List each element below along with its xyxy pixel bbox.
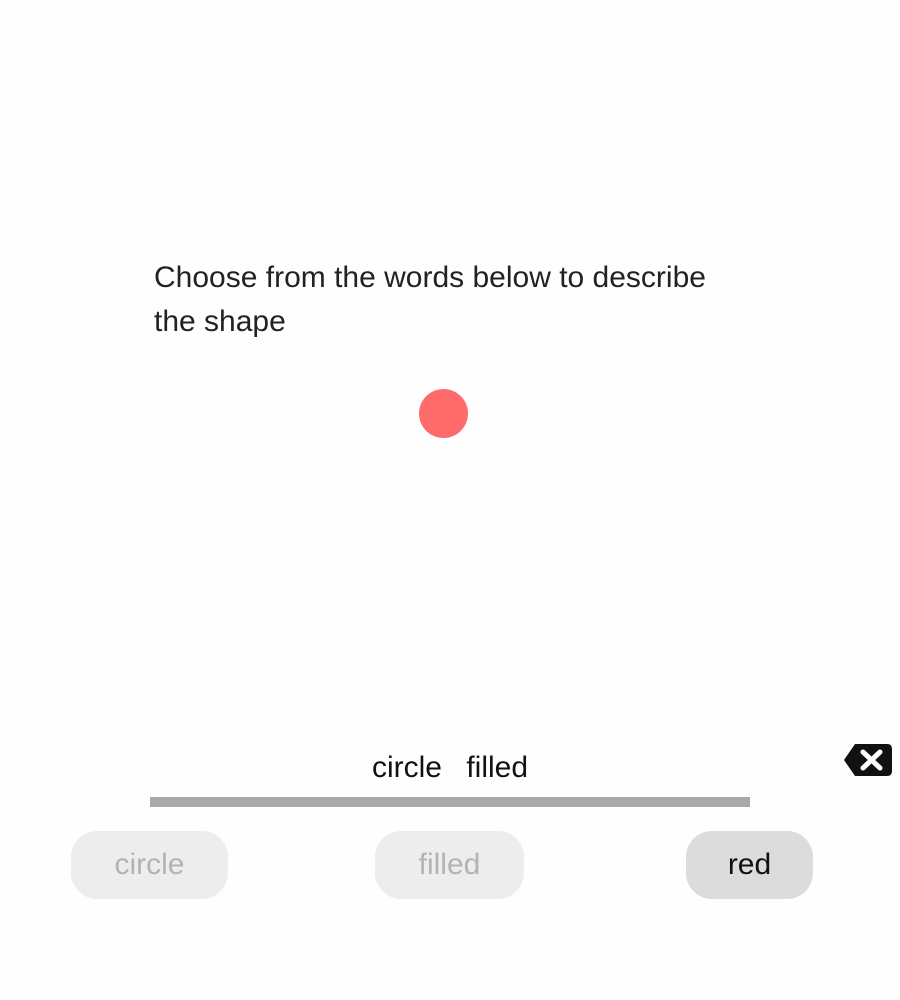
word-chip-label: filled [418,848,481,881]
answer-word-1[interactable]: circle [372,748,442,788]
answer-area: circle filled [150,748,750,788]
word-chip-red[interactable]: red [686,831,813,899]
word-chip-label: red [727,848,772,881]
word-chip-filled[interactable]: filled [375,831,524,899]
shape-circle [419,389,468,438]
backspace-icon [844,744,892,776]
delete-button[interactable] [843,742,893,778]
question-prompt: Choose from the words below to describe … [154,261,706,338]
answer-word-2[interactable]: filled [466,748,528,788]
word-chip-label: circle [114,848,185,881]
answer-underline [150,797,750,807]
word-chip-circle[interactable]: circle [71,831,228,899]
